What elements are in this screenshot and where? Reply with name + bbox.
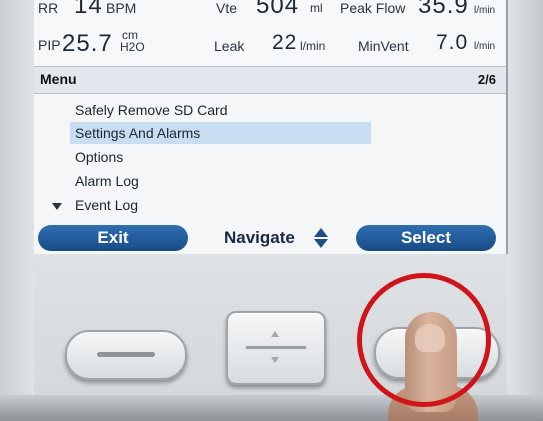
peak-flow-value: 35.9	[418, 0, 469, 19]
exit-softkey[interactable]: Exit	[38, 225, 188, 251]
pip-unit-bottom: H2O	[120, 40, 145, 54]
up-down-rocker-icon	[246, 346, 306, 349]
navigate-up-down-icon	[314, 228, 328, 248]
minvent-unit: l/min	[474, 41, 496, 52]
bezel-right-edge	[507, 0, 543, 421]
leak-value: 22	[272, 31, 298, 54]
leak-label: Leak	[214, 38, 245, 54]
leak-unit: l/min	[300, 39, 326, 53]
vitals-panel: RR 14 BPM Vte 504 ml Peak Flow 35.9 l/mi…	[34, 0, 506, 66]
scroll-down-arrow-icon	[52, 203, 62, 210]
rocker-up-arrow-icon	[271, 331, 279, 337]
minvent-value: 7.0	[436, 31, 469, 54]
menu-title-bar: Menu 2/6	[34, 66, 506, 94]
menu-item-alarm-log[interactable]: Alarm Log	[70, 170, 371, 192]
vitals-row-2: PIP 25.7 cm H2O Leak 22 l/min MinVent 7.…	[34, 28, 506, 60]
menu-item-safely-remove-sd-card[interactable]: Safely Remove SD Card	[70, 99, 371, 121]
menu-list: Safely Remove SD Card Settings And Alarm…	[34, 93, 506, 221]
vte-label: Vte	[216, 0, 238, 16]
bezel-left-edge	[0, 0, 34, 421]
vte-value: 504	[256, 0, 300, 19]
select-softkey[interactable]: Select	[356, 225, 496, 251]
menu-title: Menu	[40, 71, 77, 87]
softkey-bar: Exit Navigate Select	[34, 222, 506, 254]
menu-item-options[interactable]: Options	[70, 146, 371, 168]
pip-label: PIP	[38, 37, 61, 53]
navigate-rocker-key[interactable]	[226, 311, 326, 385]
peak-flow-label: Peak Flow	[340, 0, 406, 16]
rocker-down-arrow-icon	[271, 357, 279, 363]
vte-unit: ml	[310, 1, 323, 15]
navigate-label: Navigate	[224, 228, 295, 247]
annotation-circle	[357, 273, 491, 407]
menu-page-indicator: 2/6	[477, 72, 496, 87]
rr-unit: BPM	[106, 0, 137, 16]
lcd-screen: RR 14 BPM Vte 504 ml Peak Flow 35.9 l/mi…	[34, 0, 508, 254]
slot-icon	[97, 352, 155, 357]
minvent-label: MinVent	[358, 38, 409, 54]
peak-flow-unit: l/min	[474, 5, 496, 16]
rr-value: 14	[74, 0, 103, 19]
rr-label: RR	[38, 0, 59, 16]
left-hardware-key[interactable]	[65, 330, 187, 380]
menu-item-settings-and-alarms[interactable]: Settings And Alarms	[70, 122, 371, 144]
pip-value: 25.7	[62, 30, 113, 57]
menu-item-event-log[interactable]: Event Log	[70, 194, 371, 216]
vitals-row-1: RR 14 BPM Vte 504 ml Peak Flow 35.9 l/mi…	[34, 0, 506, 24]
